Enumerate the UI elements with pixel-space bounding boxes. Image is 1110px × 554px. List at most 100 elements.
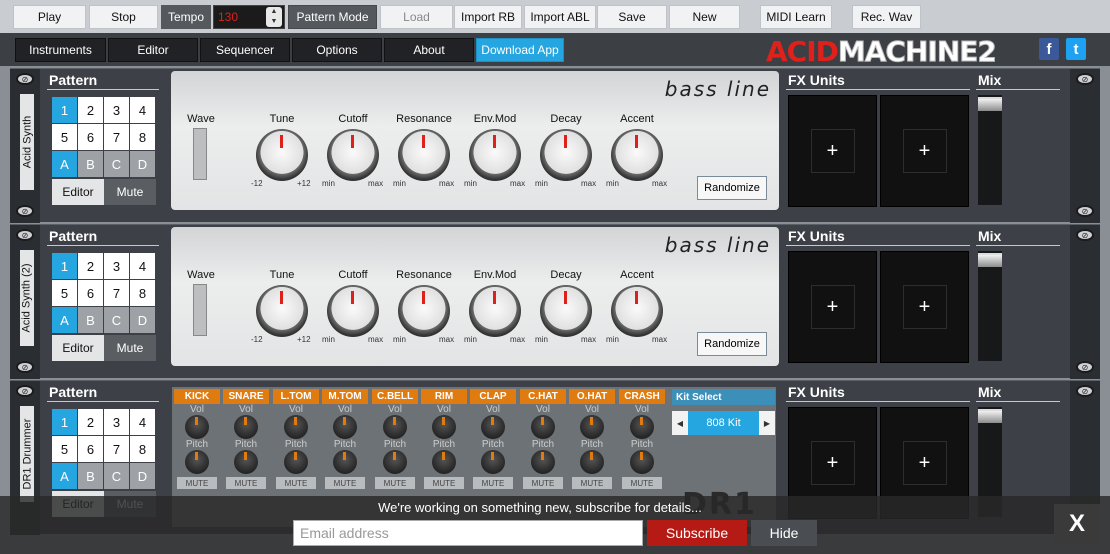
import-rb-button[interactable]: Import RB	[454, 5, 522, 29]
close-icon[interactable]: X	[1054, 504, 1100, 544]
vol-knob[interactable]	[333, 415, 357, 439]
mix-fader[interactable]	[978, 251, 1002, 361]
mute-button[interactable]: MUTE	[276, 477, 316, 489]
fx-slot[interactable]: +	[880, 251, 969, 363]
new-button[interactable]: New	[669, 5, 740, 29]
mute-button[interactable]: MUTE	[622, 477, 662, 489]
pattern-cell[interactable]: 3	[104, 409, 129, 435]
pattern-cell[interactable]: 8	[130, 124, 155, 150]
decay-knob[interactable]	[540, 129, 592, 181]
pattern-cell[interactable]: 6	[78, 124, 103, 150]
vol-knob[interactable]	[284, 415, 308, 439]
pattern-cell[interactable]: 6	[78, 436, 103, 462]
bank-cell[interactable]: B	[78, 307, 103, 333]
pattern-cell[interactable]: 1	[52, 409, 77, 435]
vol-knob[interactable]	[383, 415, 407, 439]
bank-cell[interactable]: A	[52, 151, 77, 177]
bank-cell[interactable]: A	[52, 307, 77, 333]
pitch-knob[interactable]	[531, 450, 555, 474]
pattern-cell[interactable]: 1	[52, 253, 77, 279]
pitch-knob[interactable]	[185, 450, 209, 474]
vol-knob[interactable]	[481, 415, 505, 439]
rec-wav-button[interactable]: Rec. Wav	[852, 5, 921, 29]
vol-knob[interactable]	[580, 415, 604, 439]
email-input[interactable]: Email address	[293, 520, 643, 546]
pattern-cell[interactable]: 4	[130, 253, 155, 279]
cutoff-knob[interactable]	[327, 285, 379, 337]
pattern-cell[interactable]: 3	[104, 97, 129, 123]
pattern-cell[interactable]: 6	[78, 280, 103, 306]
pattern-cell[interactable]: 2	[78, 409, 103, 435]
tempo-spinner[interactable]: ▲ ▼	[266, 7, 282, 27]
pattern-cell[interactable]: 8	[130, 280, 155, 306]
pitch-knob[interactable]	[630, 450, 654, 474]
pattern-cell[interactable]: 5	[52, 436, 77, 462]
import-abl-button[interactable]: Import ABL	[524, 5, 596, 29]
pitch-knob[interactable]	[481, 450, 505, 474]
bank-cell[interactable]: C	[104, 307, 129, 333]
pattern-cell[interactable]: 8	[130, 436, 155, 462]
tab-options[interactable]: Options	[292, 38, 382, 62]
pitch-knob[interactable]	[432, 450, 456, 474]
download-app-button[interactable]: Download App	[476, 38, 564, 62]
editor-button[interactable]: Editor	[52, 335, 104, 361]
vol-knob[interactable]	[234, 415, 258, 439]
mute-button[interactable]: MUTE	[424, 477, 464, 489]
mute-button[interactable]: MUTE	[375, 477, 415, 489]
tab-about[interactable]: About	[384, 38, 474, 62]
pitch-knob[interactable]	[333, 450, 357, 474]
stop-button[interactable]: Stop	[89, 5, 158, 29]
tab-editor[interactable]: Editor	[108, 38, 198, 62]
bank-cell[interactable]: B	[78, 463, 103, 489]
prev-kit-icon[interactable]: ◀	[672, 419, 688, 428]
fx-slot[interactable]: +	[788, 251, 877, 363]
fader-handle[interactable]	[978, 409, 1002, 423]
accent-knob[interactable]	[611, 129, 663, 181]
hide-button[interactable]: Hide	[751, 520, 817, 546]
fader-handle[interactable]	[978, 97, 1002, 111]
subscribe-button[interactable]: Subscribe	[647, 520, 747, 546]
pattern-cell[interactable]: 4	[130, 97, 155, 123]
pitch-knob[interactable]	[284, 450, 308, 474]
fx-slot[interactable]: +	[788, 95, 877, 207]
cutoff-knob[interactable]	[327, 129, 379, 181]
pattern-cell[interactable]: 5	[52, 280, 77, 306]
pattern-cell[interactable]: 4	[130, 409, 155, 435]
bank-cell[interactable]: B	[78, 151, 103, 177]
play-button[interactable]: Play	[13, 5, 86, 29]
midi-learn-button[interactable]: MIDI Learn	[760, 5, 832, 29]
pitch-knob[interactable]	[383, 450, 407, 474]
tab-sequencer[interactable]: Sequencer	[200, 38, 290, 62]
pattern-cell[interactable]: 7	[104, 280, 129, 306]
bank-cell[interactable]: C	[104, 151, 129, 177]
pattern-cell[interactable]: 7	[104, 436, 129, 462]
mute-button[interactable]: MUTE	[325, 477, 365, 489]
wave-switch[interactable]	[193, 128, 207, 180]
bank-cell[interactable]: C	[104, 463, 129, 489]
accent-knob[interactable]	[611, 285, 663, 337]
pattern-cell[interactable]: 5	[52, 124, 77, 150]
bank-cell[interactable]: D	[130, 307, 155, 333]
load-button[interactable]: Load	[380, 5, 453, 29]
mute-button[interactable]: Mute	[104, 335, 156, 361]
env-mod-knob[interactable]	[469, 129, 521, 181]
save-button[interactable]: Save	[597, 5, 667, 29]
pattern-cell[interactable]: 2	[78, 97, 103, 123]
tune-knob[interactable]	[256, 285, 308, 337]
mix-fader[interactable]	[978, 95, 1002, 205]
tab-instruments[interactable]: Instruments	[15, 38, 106, 62]
editor-button[interactable]: Editor	[52, 179, 104, 205]
randomize-button[interactable]: Randomize	[697, 176, 767, 200]
mute-button[interactable]: MUTE	[177, 477, 217, 489]
instrument-name-tab[interactable]: Acid Synth (2)	[20, 250, 34, 346]
pitch-knob[interactable]	[580, 450, 604, 474]
vol-knob[interactable]	[432, 415, 456, 439]
mute-button[interactable]: MUTE	[473, 477, 513, 489]
next-kit-icon[interactable]: ▶	[759, 419, 775, 428]
pattern-cell[interactable]: 3	[104, 253, 129, 279]
pattern-cell[interactable]: 1	[52, 97, 77, 123]
facebook-icon[interactable]: f	[1039, 38, 1059, 60]
bank-cell[interactable]: D	[130, 151, 155, 177]
decay-knob[interactable]	[540, 285, 592, 337]
pattern-cell[interactable]: 7	[104, 124, 129, 150]
